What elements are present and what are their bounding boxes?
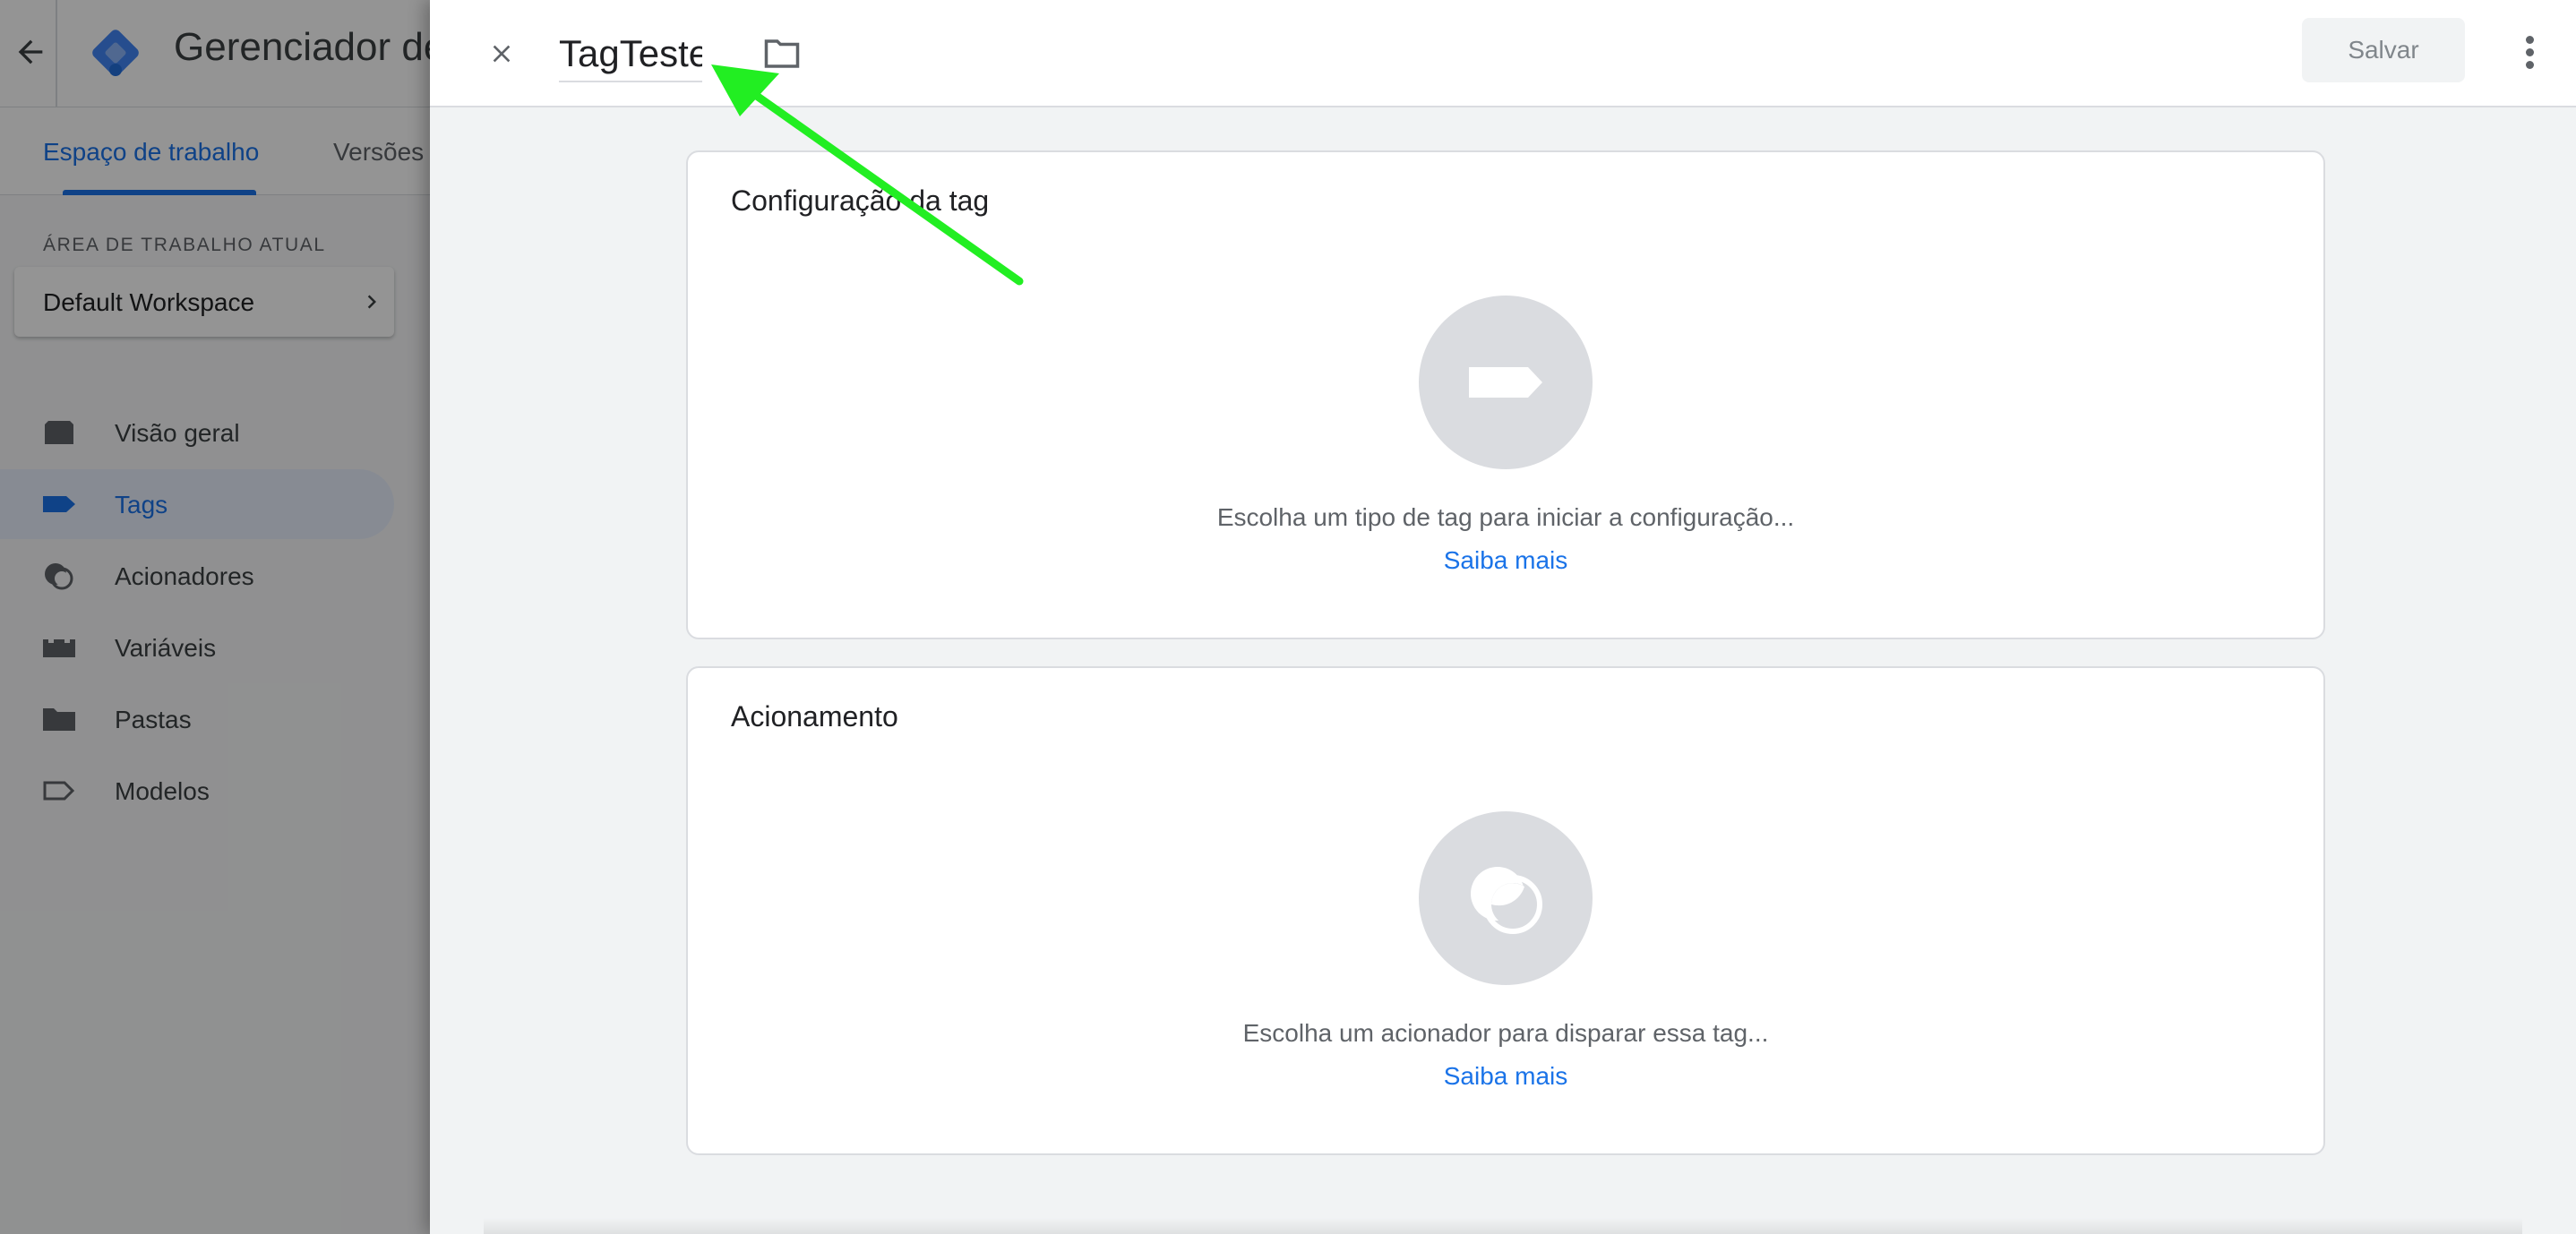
tag-name-input[interactable] [559,20,702,82]
card-title: Acionamento [731,700,898,733]
card-hint: Escolha um tipo de tag para iniciar a co… [1216,503,1795,531]
close-button[interactable] [473,25,530,82]
tag-icon [1469,367,1542,398]
card-title: Configuração da tag [731,184,990,217]
card-hint: Escolha um acionador para disparar essa … [1242,1019,1769,1047]
choose-trigger-button[interactable] [1419,811,1593,985]
tag-configuration-card[interactable]: Configuração da tag Escolha um tipo de t… [686,150,2325,639]
bottom-shadow [484,1218,2522,1234]
triggering-card[interactable]: Acionamento Escolha um acionador para di… [686,666,2325,1155]
more-vert-icon [2526,36,2534,44]
sheet-header: Salvar [430,0,2576,107]
trigger-icon [1471,867,1542,934]
folder-outline-icon [764,39,800,68]
folder-button[interactable] [754,27,808,81]
close-icon [493,45,511,63]
choose-tag-type-button[interactable] [1419,296,1593,469]
more-options-button[interactable] [2503,25,2556,79]
tag-editor-sheet: Salvar Configuração da tag Escolha um ti… [430,0,2576,1234]
save-button[interactable]: Salvar [2302,18,2465,82]
learn-more-link[interactable]: Saiba mais [688,1062,2323,1091]
learn-more-link[interactable]: Saiba mais [688,546,2323,575]
